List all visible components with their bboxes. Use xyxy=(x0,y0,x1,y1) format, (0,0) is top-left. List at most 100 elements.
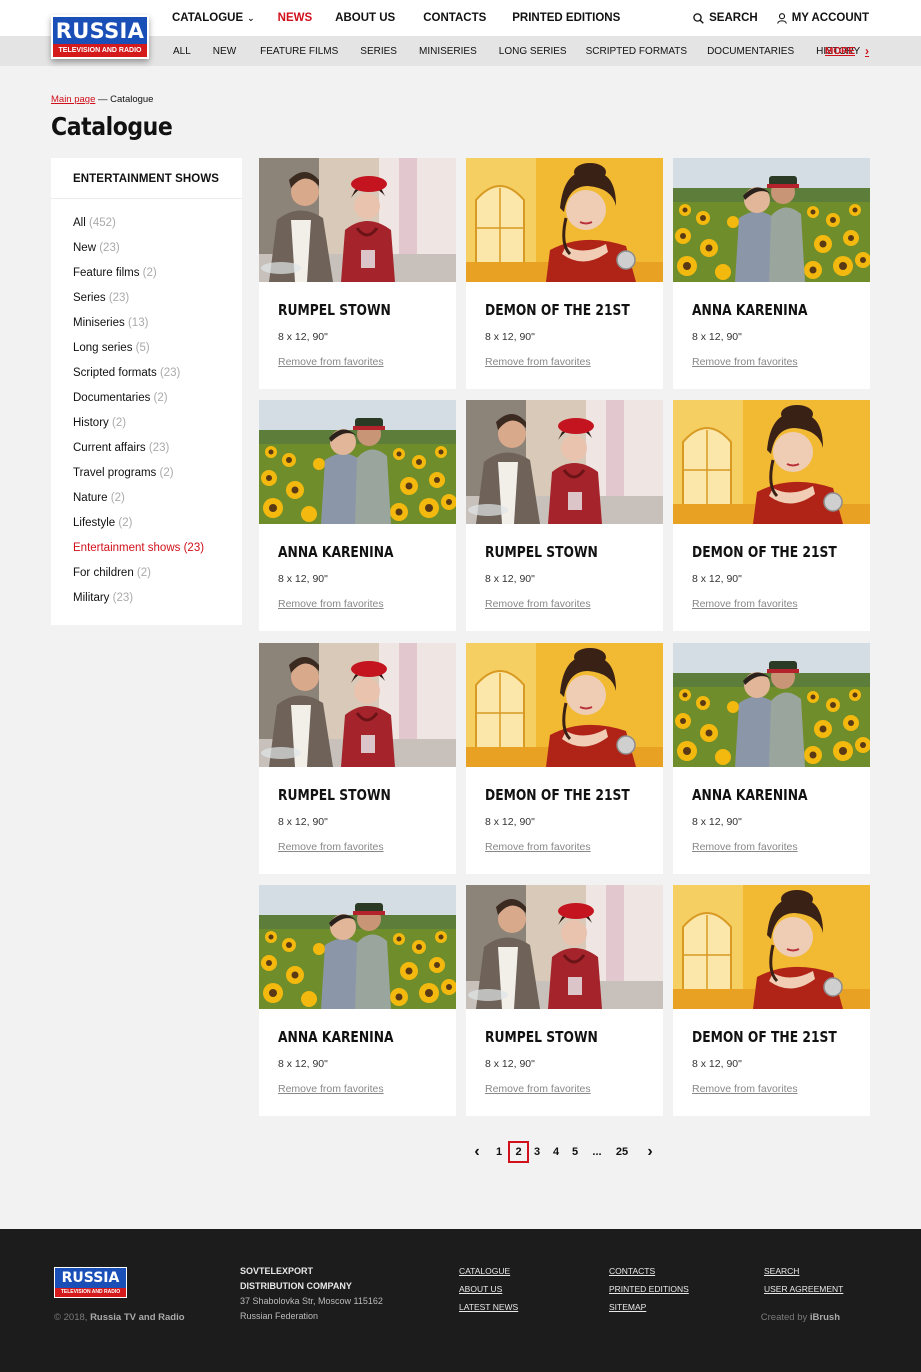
search-link[interactable]: SEARCH xyxy=(693,12,758,24)
footer-link-contacts[interactable]: CONTACTS xyxy=(609,1266,655,1276)
footer-link-about-us[interactable]: ABOUT US xyxy=(459,1284,502,1294)
pagination-prev-icon[interactable]: ‹ xyxy=(471,1141,483,1163)
pagination-page[interactable]: 25 xyxy=(612,1141,632,1163)
sidebar-category-item[interactable]: Military (23) xyxy=(73,586,242,611)
brand-logo[interactable]: RUSSIA TELEVISION AND RADIO xyxy=(51,15,149,59)
footer-link-user-agreement[interactable]: USER AGREEMENT xyxy=(764,1284,843,1294)
card-thumbnail[interactable] xyxy=(673,643,870,767)
catalogue-card[interactable]: ANNA KARENINA 8 x 12, 90" Remove from favo… xyxy=(259,885,456,1116)
pagination-next-icon[interactable]: › xyxy=(644,1141,656,1163)
sidebar-category-item[interactable]: Miniseries (13) xyxy=(73,311,242,336)
card-title[interactable]: ANNA KARENINA xyxy=(278,1028,394,1046)
remove-from-favorites-link[interactable]: Remove from favorites xyxy=(278,1083,384,1095)
nav-printed-editions[interactable]: PRINTED EDITIONS xyxy=(512,12,620,24)
subnav-more[interactable]: MORE › xyxy=(825,36,869,66)
my-account-link[interactable]: MY ACCOUNT xyxy=(776,12,869,24)
footer-link-latest-news[interactable]: LATEST NEWS xyxy=(459,1302,518,1312)
remove-from-favorites-link[interactable]: Remove from favorites xyxy=(278,356,384,368)
catalogue-card[interactable]: ANNA KARENINA 8 x 12, 90" Remove from favo… xyxy=(259,400,456,631)
card-title[interactable]: RUMPEL STOWN xyxy=(485,1028,598,1046)
remove-from-favorites-link[interactable]: Remove from favorites xyxy=(485,1083,591,1095)
sidebar-category-item[interactable]: Lifestyle (2) xyxy=(73,511,242,536)
pagination-page[interactable]: 5 xyxy=(569,1141,581,1163)
footer-link-sitemap[interactable]: SITEMAP xyxy=(609,1302,646,1312)
catalogue-card[interactable]: ANNA KARENINA 8 x 12, 90" Remove from favo… xyxy=(673,158,870,389)
catalogue-card[interactable]: RUMPEL STOWN 8 x 12, 90" Remove from favor… xyxy=(466,400,663,631)
subnav-documentaries[interactable]: DOCUMENTARIES xyxy=(707,46,794,57)
catalogue-card[interactable]: DEMON OF THE 21ST 8 x 12, 90" Remove from … xyxy=(466,158,663,389)
sidebar-category-item[interactable]: Nature (2) xyxy=(73,486,242,511)
footer-link-printed-editions[interactable]: PRINTED EDITIONS xyxy=(609,1284,689,1294)
card-thumbnail[interactable] xyxy=(466,158,663,282)
remove-from-favorites-link[interactable]: Remove from favorites xyxy=(278,598,384,610)
sidebar-category-item[interactable]: Current affairs (23) xyxy=(73,436,242,461)
card-thumbnail[interactable] xyxy=(466,400,663,524)
card-thumbnail[interactable] xyxy=(673,158,870,282)
remove-from-favorites-link[interactable]: Remove from favorites xyxy=(692,356,798,368)
catalogue-card[interactable]: DEMON OF THE 21ST 8 x 12, 90" Remove from … xyxy=(673,400,870,631)
card-title[interactable]: RUMPEL STOWN xyxy=(278,786,391,804)
footer-link-catalogue[interactable]: CATALOGUE xyxy=(459,1266,510,1276)
pagination-page-current[interactable]: 2 xyxy=(508,1141,529,1163)
sidebar-category-item[interactable]: History (2) xyxy=(73,411,242,436)
sidebar-category-item[interactable]: New (23) xyxy=(73,236,242,261)
sidebar-category-item[interactable]: All (452) xyxy=(73,211,242,236)
subnav-new[interactable]: NEW xyxy=(213,46,236,57)
remove-from-favorites-link[interactable]: Remove from favorites xyxy=(692,841,798,853)
card-title[interactable]: DEMON OF THE 21ST xyxy=(485,301,630,319)
catalogue-card[interactable]: RUMPEL STOWN 8 x 12, 90" Remove from favor… xyxy=(259,643,456,874)
remove-from-favorites-link[interactable]: Remove from favorites xyxy=(692,1083,798,1095)
catalogue-card[interactable]: RUMPEL STOWN 8 x 12, 90" Remove from favor… xyxy=(259,158,456,389)
card-thumbnail[interactable] xyxy=(466,643,663,767)
subnav-series[interactable]: SERIES xyxy=(360,46,397,57)
card-title[interactable]: DEMON OF THE 21ST xyxy=(692,543,837,561)
card-thumbnail[interactable] xyxy=(259,643,456,767)
breadcrumb-home[interactable]: Main page xyxy=(51,94,95,105)
remove-from-favorites-link[interactable]: Remove from favorites xyxy=(692,598,798,610)
sidebar-category-item[interactable]: Scripted formats (23) xyxy=(73,361,242,386)
card-title[interactable]: ANNA KARENINA xyxy=(692,301,808,319)
remove-from-favorites-link[interactable]: Remove from favorites xyxy=(485,356,591,368)
card-title[interactable]: RUMPEL STOWN xyxy=(278,301,391,319)
sidebar-category-item[interactable]: Feature films (2) xyxy=(73,261,242,286)
catalogue-card[interactable]: ANNA KARENINA 8 x 12, 90" Remove from favo… xyxy=(673,643,870,874)
card-thumbnail[interactable] xyxy=(466,885,663,1009)
subnav-long-series[interactable]: LONG SERIES xyxy=(499,46,567,57)
pagination-page[interactable]: 1 xyxy=(493,1141,505,1163)
nav-news[interactable]: NEWS xyxy=(278,12,313,24)
subnav-scripted-formats[interactable]: SCRIPTED FORMATS xyxy=(586,46,687,57)
remove-from-favorites-link[interactable]: Remove from favorites xyxy=(485,598,591,610)
card-thumbnail[interactable] xyxy=(673,400,870,524)
sidebar-category-item[interactable]: Entertainment shows (23) xyxy=(73,536,242,561)
sidebar-category-item[interactable]: Long series (5) xyxy=(73,336,242,361)
nav-about-us[interactable]: ABOUT US xyxy=(335,12,395,24)
footer-logo[interactable]: RUSSIA TELEVISION AND RADIO xyxy=(54,1267,127,1298)
catalogue-card[interactable]: DEMON OF THE 21ST 8 x 12, 90" Remove from … xyxy=(466,643,663,874)
sidebar-category-item[interactable]: Travel programs (2) xyxy=(73,461,242,486)
subnav-miniseries[interactable]: MINISERIES xyxy=(419,46,477,57)
card-title[interactable]: DEMON OF THE 21ST xyxy=(485,786,630,804)
pagination-page[interactable]: 3 xyxy=(531,1141,543,1163)
card-title[interactable]: ANNA KARENINA xyxy=(692,786,808,804)
sidebar-category-item[interactable]: Documentaries (2) xyxy=(73,386,242,411)
catalogue-card[interactable]: DEMON OF THE 21ST 8 x 12, 90" Remove from … xyxy=(673,885,870,1116)
subnav-all[interactable]: ALL xyxy=(173,46,191,57)
nav-catalogue[interactable]: CATALOGUE ⌄ xyxy=(172,12,255,24)
credit-name[interactable]: iBrush xyxy=(810,1312,840,1323)
nav-contacts[interactable]: CONTACTS xyxy=(423,12,486,24)
card-thumbnail[interactable] xyxy=(259,158,456,282)
subnav-feature-films[interactable]: FEATURE FILMS xyxy=(260,46,338,57)
catalogue-card[interactable]: RUMPEL STOWN 8 x 12, 90" Remove from favor… xyxy=(466,885,663,1116)
footer-link-search[interactable]: SEARCH xyxy=(764,1266,799,1276)
remove-from-favorites-link[interactable]: Remove from favorites xyxy=(485,841,591,853)
card-title[interactable]: DEMON OF THE 21ST xyxy=(692,1028,837,1046)
card-thumbnail[interactable] xyxy=(259,885,456,1009)
card-title[interactable]: ANNA KARENINA xyxy=(278,543,394,561)
pagination-page[interactable]: 4 xyxy=(550,1141,562,1163)
sidebar-category-item[interactable]: For children (2) xyxy=(73,561,242,586)
card-thumbnail[interactable] xyxy=(259,400,456,524)
sidebar-category-item[interactable]: Series (23) xyxy=(73,286,242,311)
remove-from-favorites-link[interactable]: Remove from favorites xyxy=(278,841,384,853)
card-title[interactable]: RUMPEL STOWN xyxy=(485,543,598,561)
card-thumbnail[interactable] xyxy=(673,885,870,1009)
